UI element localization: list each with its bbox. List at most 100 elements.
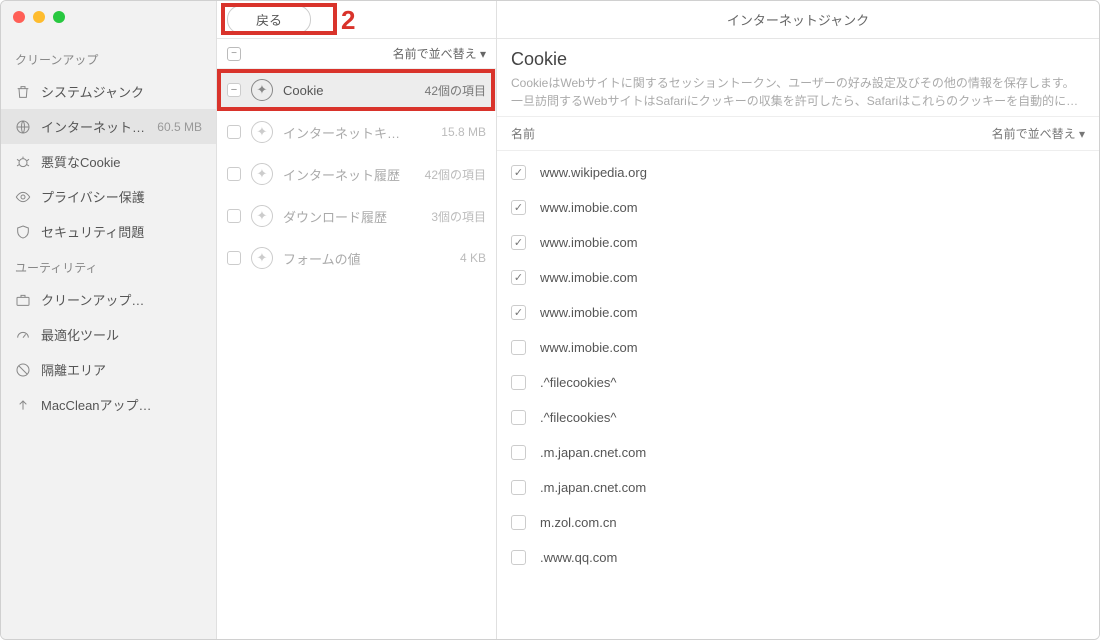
list-item[interactable]: .^filecookies^ [497,365,1099,400]
detail-desc-2: 一旦訪問するWebサイトはSafariにクッキーの収集を許可したら、Safari… [511,92,1085,110]
detail-header: Cookie CookieはWebサイトに関するセッショントークン、ユーザーの好… [497,39,1099,117]
row-checkbox[interactable]: − [227,83,241,97]
category-sort-bar[interactable]: − 名前で並べ替え ▾ [217,39,496,69]
sidebar-item-security[interactable]: セキュリティ問題 [1,214,216,249]
category-row-downloads[interactable]: ✦ ダウンロード履歴 3個の項目 [217,195,496,237]
sidebar-item-quarantine[interactable]: 隔離エリア [1,352,216,387]
item-checkbox[interactable] [511,550,526,565]
item-checkbox[interactable] [511,305,526,320]
item-name: www.imobie.com [540,340,638,355]
item-name: .^filecookies^ [540,375,617,390]
minimize-icon[interactable] [33,11,45,23]
item-checkbox[interactable] [511,235,526,250]
sidebar-item-size: 60.5 MB [157,120,202,134]
detail-desc-1: CookieはWebサイトに関するセッショントークン、ユーザーの好み設定及びその… [511,74,1085,92]
category-name: Cookie [283,83,415,98]
sidebar-item-label: 最適化ツール [41,325,202,344]
category-row-cookie[interactable]: − ✦ Cookie 42個の項目 [217,69,496,111]
sidebar-item-label: 悪質なCookie [41,152,202,171]
close-icon[interactable] [13,11,25,23]
window-title: インターネットジャンク [497,1,1099,39]
sidebar-item-label: セキュリティ問題 [41,222,202,241]
compass-icon: ✦ [251,121,273,143]
globe-icon [15,119,31,135]
category-name: ダウンロード履歴 [283,207,421,226]
list-item[interactable]: .www.qq.com [497,540,1099,575]
column-name: 名前 [511,125,535,142]
category-row-cache[interactable]: ✦ インターネットキ… 15.8 MB [217,111,496,153]
sidebar-item-cleanup-tool[interactable]: クリーンアップ… [1,282,216,317]
sidebar-item-label: インターネット… [41,117,147,136]
list-item[interactable]: .^filecookies^ [497,400,1099,435]
row-checkbox[interactable] [227,209,241,223]
row-checkbox[interactable] [227,167,241,181]
list-item[interactable]: .m.japan.cnet.com [497,470,1099,505]
item-name: .^filecookies^ [540,410,617,425]
bug-icon [15,154,31,170]
item-checkbox[interactable] [511,375,526,390]
list-item[interactable]: .m.japan.cnet.com [497,435,1099,470]
compass-icon: ✦ [251,163,273,185]
item-checkbox[interactable] [511,165,526,180]
item-name: www.imobie.com [540,235,638,250]
back-button[interactable]: 戻る [227,5,311,34]
sidebar-item-bad-cookie[interactable]: 悪質なCookie [1,144,216,179]
category-meta: 4 KB [460,251,486,265]
sidebar-section-utility: ユーティリティ [1,249,216,282]
category-meta: 42個の項目 [425,82,486,99]
item-name: www.imobie.com [540,200,638,215]
item-name: www.wikipedia.org [540,165,647,180]
row-checkbox[interactable] [227,251,241,265]
trash-icon [15,84,31,100]
category-list: − ✦ Cookie 42個の項目 1 ✦ インターネットキ… 15.8 MB … [217,69,496,639]
sidebar-item-privacy[interactable]: プライバシー保護 [1,179,216,214]
category-row-form[interactable]: ✦ フォームの値 4 KB [217,237,496,279]
category-toolbar: 戻る 2 [217,1,496,39]
sidebar-item-label: プライバシー保護 [41,187,202,206]
item-name: .www.qq.com [540,550,617,565]
sidebar-item-label: クリーンアップ… [41,290,202,309]
briefcase-icon [15,292,31,308]
item-checkbox[interactable] [511,480,526,495]
upload-icon [15,397,31,413]
list-item[interactable]: m.zol.com.cn [497,505,1099,540]
category-panel: 戻る 2 − 名前で並べ替え ▾ − ✦ Cookie 42個の項目 1 ✦ イ… [217,1,497,639]
item-checkbox[interactable] [511,410,526,425]
list-item[interactable]: www.imobie.com [497,260,1099,295]
item-checkbox[interactable] [511,340,526,355]
sort-label: 名前で並べ替え ▾ [393,45,486,62]
zoom-icon[interactable] [53,11,65,23]
gauge-icon [15,327,31,343]
item-name: .m.japan.cnet.com [540,480,646,495]
window-controls [13,11,65,23]
shield-icon [15,224,31,240]
item-checkbox[interactable] [511,515,526,530]
app-window: クリーンアップ システムジャンク インターネット… 60.5 MB 悪質なCoo… [0,0,1100,640]
category-meta: 3個の項目 [431,208,486,225]
select-all-checkbox[interactable]: − [227,47,241,61]
list-item[interactable]: www.imobie.com [497,330,1099,365]
detail-list: www.wikipedia.org www.imobie.com www.imobi… [497,151,1099,639]
detail-heading: Cookie [511,49,1085,70]
compass-icon: ✦ [251,79,273,101]
sidebar-item-optimize[interactable]: 最適化ツール [1,317,216,352]
list-item[interactable]: www.imobie.com [497,295,1099,330]
category-row-history[interactable]: ✦ インターネット履歴 42個の項目 [217,153,496,195]
category-meta: 15.8 MB [441,125,486,139]
sidebar-item-update[interactable]: MacCleanアップ… [1,387,216,422]
list-item[interactable]: www.wikipedia.org [497,155,1099,190]
sidebar-section-cleanup: クリーンアップ [1,41,216,74]
detail-panel: インターネットジャンク Cookie CookieはWebサイトに関するセッショ… [497,1,1099,639]
item-checkbox[interactable] [511,200,526,215]
item-name: www.imobie.com [540,305,638,320]
detail-sort-button[interactable]: 名前で並べ替え ▾ [992,125,1085,142]
list-item[interactable]: www.imobie.com [497,225,1099,260]
row-checkbox[interactable] [227,125,241,139]
item-checkbox[interactable] [511,270,526,285]
sidebar-item-system-junk[interactable]: システムジャンク [1,74,216,109]
list-item[interactable]: www.imobie.com [497,190,1099,225]
item-name: m.zol.com.cn [540,515,617,530]
sidebar-item-internet-junk[interactable]: インターネット… 60.5 MB [1,109,216,144]
sidebar: クリーンアップ システムジャンク インターネット… 60.5 MB 悪質なCoo… [1,1,217,639]
item-checkbox[interactable] [511,445,526,460]
